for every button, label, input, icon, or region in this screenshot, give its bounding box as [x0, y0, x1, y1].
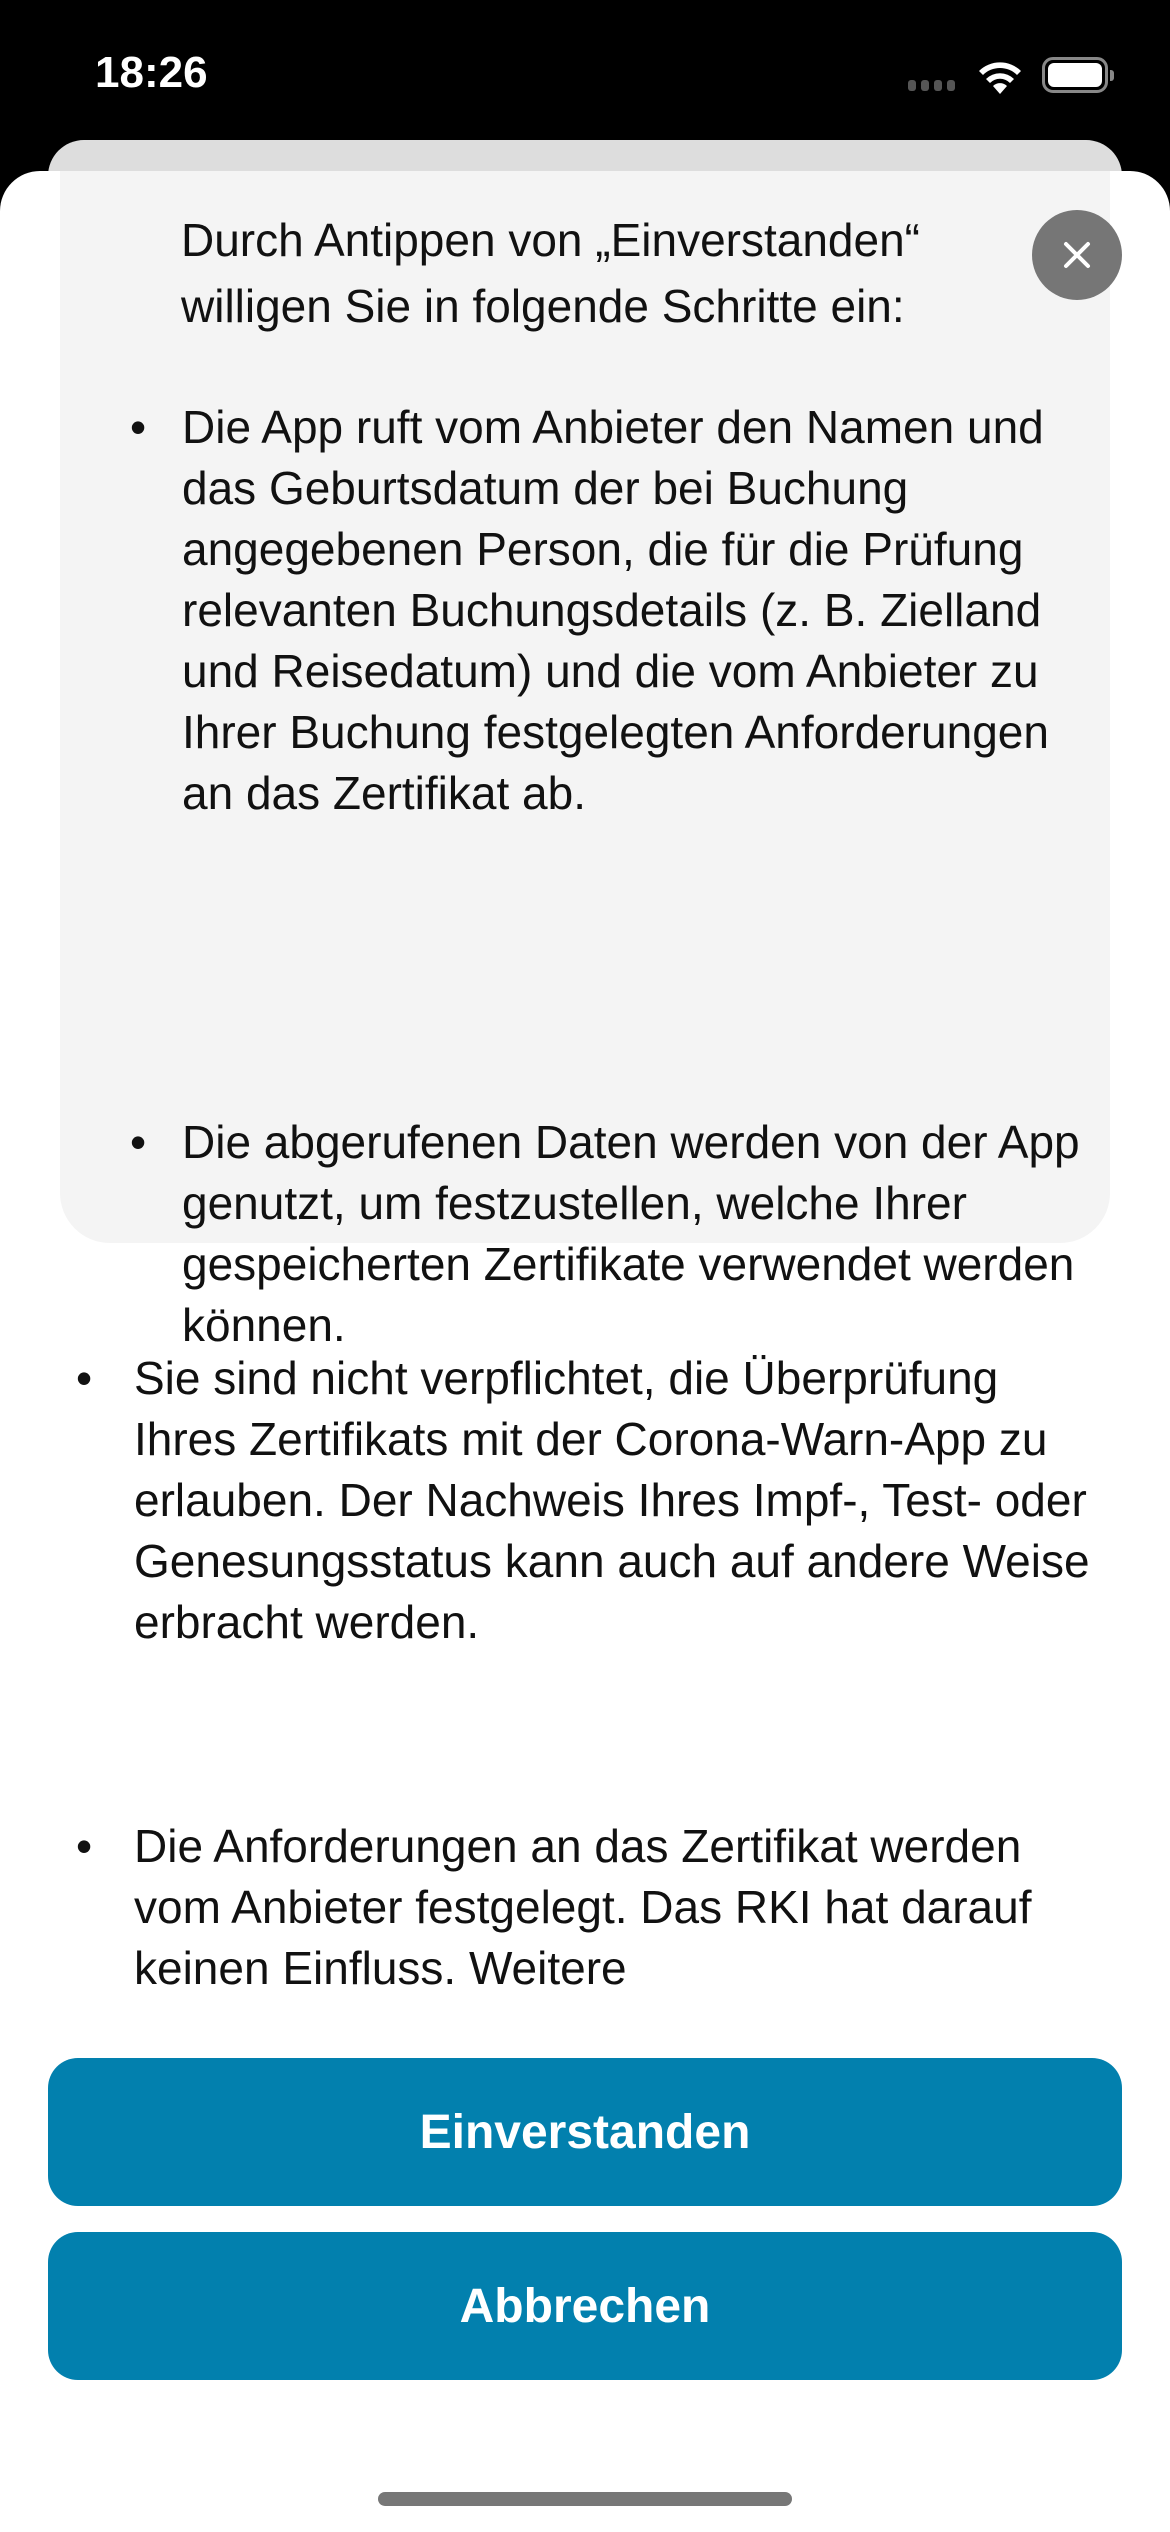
home-indicator[interactable] [378, 2492, 792, 2506]
list-item: • Sie sind nicht verpflichtet, die Überpr… [76, 1352, 1090, 1648]
wifi-icon [979, 62, 1021, 94]
accept-button[interactable]: Einverstanden [48, 2058, 1122, 2206]
list-item: • Die Anforderungen an das Zertifikat wer… [76, 1820, 1032, 1994]
scroll-content[interactable]: Durch Antippen von „Einverstanden“ willi… [0, 171, 1170, 2031]
list-item: • Die App ruft vom Anbieter den Namen und… [130, 401, 1049, 819]
cancel-button[interactable]: Abbrechen [48, 2232, 1122, 2380]
battery-icon [1042, 57, 1114, 93]
status-time: 18:26 [95, 48, 208, 97]
close-button[interactable] [1032, 210, 1122, 300]
close-icon [1064, 242, 1090, 268]
intro-text: Durch Antippen von „Einverstanden“ willi… [181, 214, 920, 332]
status-bar: 18:26 [0, 0, 1170, 140]
list-item: • Die abgerufenen Daten werden von der Ap… [130, 1116, 1080, 1351]
cellular-signal-icon [908, 80, 955, 91]
